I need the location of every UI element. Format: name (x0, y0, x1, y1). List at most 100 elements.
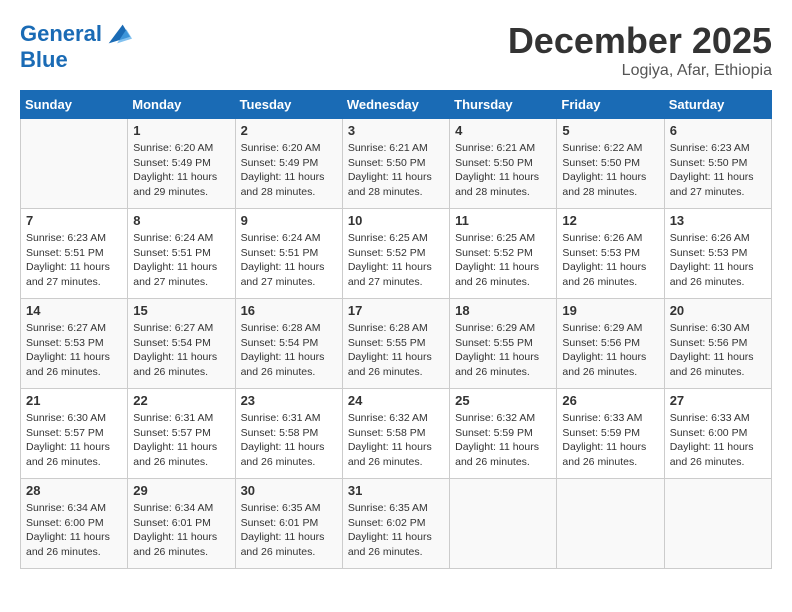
page-header: General Blue December 2025 Logiya, Afar,… (20, 20, 772, 80)
day-number: 21 (26, 393, 122, 408)
day-number: 25 (455, 393, 551, 408)
day-number: 22 (133, 393, 229, 408)
calendar-cell: 28 Sunrise: 6:34 AMSunset: 6:00 PMDayligh… (21, 479, 128, 569)
weekday-header: Monday (128, 91, 235, 119)
calendar-cell: 11 Sunrise: 6:25 AMSunset: 5:52 PMDayligh… (450, 209, 557, 299)
day-number: 20 (670, 303, 766, 318)
calendar-week-row: 28 Sunrise: 6:34 AMSunset: 6:00 PMDayligh… (21, 479, 772, 569)
weekday-header: Saturday (664, 91, 771, 119)
day-number: 15 (133, 303, 229, 318)
calendar-cell: 29 Sunrise: 6:34 AMSunset: 6:01 PMDayligh… (128, 479, 235, 569)
calendar-cell: 12 Sunrise: 6:26 AMSunset: 5:53 PMDayligh… (557, 209, 664, 299)
cell-sun-info: Sunrise: 6:23 AMSunset: 5:50 PMDaylight:… (670, 141, 766, 200)
cell-sun-info: Sunrise: 6:26 AMSunset: 5:53 PMDaylight:… (562, 231, 658, 290)
cell-sun-info: Sunrise: 6:23 AMSunset: 5:51 PMDaylight:… (26, 231, 122, 290)
cell-sun-info: Sunrise: 6:21 AMSunset: 5:50 PMDaylight:… (348, 141, 444, 200)
calendar-cell: 5Sunrise: 6:22 AMSunset: 5:50 PMDaylight… (557, 119, 664, 209)
calendar-cell: 20 Sunrise: 6:30 AMSunset: 5:56 PMDayligh… (664, 299, 771, 389)
cell-sun-info: Sunrise: 6:31 AMSunset: 5:57 PMDaylight:… (133, 411, 229, 470)
calendar-cell: 1Sunrise: 6:20 AMSunset: 5:49 PMDaylight… (128, 119, 235, 209)
cell-sun-info: Sunrise: 6:33 AMSunset: 6:00 PMDaylight:… (670, 411, 766, 470)
cell-sun-info: Sunrise: 6:30 AMSunset: 5:57 PMDaylight:… (26, 411, 122, 470)
logo-icon (104, 20, 132, 48)
cell-sun-info: Sunrise: 6:24 AMSunset: 5:51 PMDaylight:… (241, 231, 337, 290)
month-title: December 2025 (508, 20, 772, 62)
day-number: 31 (348, 483, 444, 498)
day-number: 18 (455, 303, 551, 318)
day-number: 8 (133, 213, 229, 228)
cell-sun-info: Sunrise: 6:35 AMSunset: 6:02 PMDaylight:… (348, 501, 444, 560)
cell-sun-info: Sunrise: 6:32 AMSunset: 5:59 PMDaylight:… (455, 411, 551, 470)
calendar-cell: 7Sunrise: 6:23 AMSunset: 5:51 PMDaylight… (21, 209, 128, 299)
logo-blue-text: Blue (20, 48, 132, 72)
weekday-header: Tuesday (235, 91, 342, 119)
cell-sun-info: Sunrise: 6:35 AMSunset: 6:01 PMDaylight:… (241, 501, 337, 560)
calendar-cell: 24Sunrise: 6:32 AMSunset: 5:58 PMDayligh… (342, 389, 449, 479)
day-number: 11 (455, 213, 551, 228)
day-number: 28 (26, 483, 122, 498)
calendar-cell: 10 Sunrise: 6:25 AMSunset: 5:52 PMDayligh… (342, 209, 449, 299)
cell-sun-info: Sunrise: 6:25 AMSunset: 5:52 PMDaylight:… (348, 231, 444, 290)
cell-sun-info: Sunrise: 6:24 AMSunset: 5:51 PMDaylight:… (133, 231, 229, 290)
weekday-header-row: SundayMondayTuesdayWednesdayThursdayFrid… (21, 91, 772, 119)
cell-sun-info: Sunrise: 6:22 AMSunset: 5:50 PMDaylight:… (562, 141, 658, 200)
calendar-week-row: 7Sunrise: 6:23 AMSunset: 5:51 PMDaylight… (21, 209, 772, 299)
cell-sun-info: Sunrise: 6:20 AMSunset: 5:49 PMDaylight:… (241, 141, 337, 200)
calendar-cell (450, 479, 557, 569)
cell-sun-info: Sunrise: 6:28 AMSunset: 5:55 PMDaylight:… (348, 321, 444, 380)
day-number: 26 (562, 393, 658, 408)
cell-sun-info: Sunrise: 6:34 AMSunset: 6:01 PMDaylight:… (133, 501, 229, 560)
calendar-cell: 25 Sunrise: 6:32 AMSunset: 5:59 PMDayligh… (450, 389, 557, 479)
day-number: 14 (26, 303, 122, 318)
title-block: December 2025 Logiya, Afar, Ethiopia (508, 20, 772, 80)
cell-sun-info: Sunrise: 6:29 AMSunset: 5:55 PMDaylight:… (455, 321, 551, 380)
weekday-header: Thursday (450, 91, 557, 119)
cell-sun-info: Sunrise: 6:27 AMSunset: 5:54 PMDaylight:… (133, 321, 229, 380)
day-number: 29 (133, 483, 229, 498)
cell-sun-info: Sunrise: 6:27 AMSunset: 5:53 PMDaylight:… (26, 321, 122, 380)
calendar-cell: 22 Sunrise: 6:31 AMSunset: 5:57 PMDayligh… (128, 389, 235, 479)
calendar-cell: 9 Sunrise: 6:24 AMSunset: 5:51 PMDaylight… (235, 209, 342, 299)
calendar-cell: 13 Sunrise: 6:26 AMSunset: 5:53 PMDayligh… (664, 209, 771, 299)
logo: General Blue (20, 20, 132, 72)
cell-sun-info: Sunrise: 6:30 AMSunset: 5:56 PMDaylight:… (670, 321, 766, 380)
calendar-table: SundayMondayTuesdayWednesdayThursdayFrid… (20, 90, 772, 569)
cell-sun-info: Sunrise: 6:28 AMSunset: 5:54 PMDaylight:… (241, 321, 337, 380)
calendar-cell: 6 Sunrise: 6:23 AMSunset: 5:50 PMDaylight… (664, 119, 771, 209)
day-number: 3 (348, 123, 444, 138)
day-number: 2 (241, 123, 337, 138)
calendar-cell: 3 Sunrise: 6:21 AMSunset: 5:50 PMDaylight… (342, 119, 449, 209)
calendar-week-row: 1Sunrise: 6:20 AMSunset: 5:49 PMDaylight… (21, 119, 772, 209)
calendar-cell: 15 Sunrise: 6:27 AMSunset: 5:54 PMDayligh… (128, 299, 235, 389)
calendar-cell: 14 Sunrise: 6:27 AMSunset: 5:53 PMDayligh… (21, 299, 128, 389)
calendar-cell: 27Sunrise: 6:33 AMSunset: 6:00 PMDayligh… (664, 389, 771, 479)
cell-sun-info: Sunrise: 6:32 AMSunset: 5:58 PMDaylight:… (348, 411, 444, 470)
day-number: 13 (670, 213, 766, 228)
calendar-cell: 18 Sunrise: 6:29 AMSunset: 5:55 PMDayligh… (450, 299, 557, 389)
calendar-cell: 19 Sunrise: 6:29 AMSunset: 5:56 PMDayligh… (557, 299, 664, 389)
calendar-cell: 23Sunrise: 6:31 AMSunset: 5:58 PMDayligh… (235, 389, 342, 479)
calendar-week-row: 14 Sunrise: 6:27 AMSunset: 5:53 PMDayligh… (21, 299, 772, 389)
cell-sun-info: Sunrise: 6:29 AMSunset: 5:56 PMDaylight:… (562, 321, 658, 380)
cell-sun-info: Sunrise: 6:33 AMSunset: 5:59 PMDaylight:… (562, 411, 658, 470)
calendar-cell: 30Sunrise: 6:35 AMSunset: 6:01 PMDayligh… (235, 479, 342, 569)
cell-sun-info: Sunrise: 6:34 AMSunset: 6:00 PMDaylight:… (26, 501, 122, 560)
day-number: 6 (670, 123, 766, 138)
day-number: 10 (348, 213, 444, 228)
day-number: 19 (562, 303, 658, 318)
day-number: 23 (241, 393, 337, 408)
day-number: 12 (562, 213, 658, 228)
weekday-header: Sunday (21, 91, 128, 119)
cell-sun-info: Sunrise: 6:26 AMSunset: 5:53 PMDaylight:… (670, 231, 766, 290)
calendar-cell (21, 119, 128, 209)
location: Logiya, Afar, Ethiopia (508, 62, 772, 80)
day-number: 4 (455, 123, 551, 138)
day-number: 9 (241, 213, 337, 228)
calendar-cell: 17Sunrise: 6:28 AMSunset: 5:55 PMDayligh… (342, 299, 449, 389)
cell-sun-info: Sunrise: 6:25 AMSunset: 5:52 PMDaylight:… (455, 231, 551, 290)
calendar-cell (664, 479, 771, 569)
weekday-header: Friday (557, 91, 664, 119)
calendar-cell: 16 Sunrise: 6:28 AMSunset: 5:54 PMDayligh… (235, 299, 342, 389)
cell-sun-info: Sunrise: 6:21 AMSunset: 5:50 PMDaylight:… (455, 141, 551, 200)
day-number: 16 (241, 303, 337, 318)
